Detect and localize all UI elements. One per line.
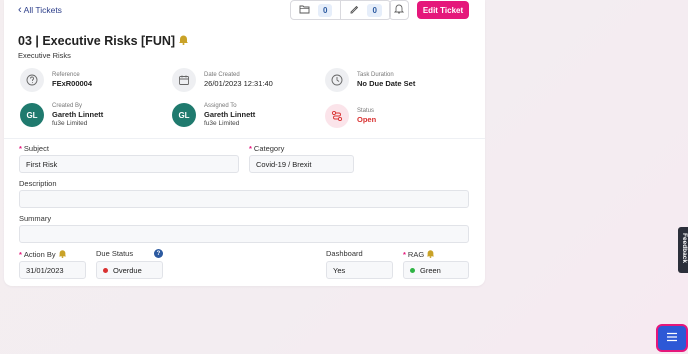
description-label: Description <box>19 179 57 188</box>
question-circle-icon <box>20 68 44 92</box>
description-label-text: Description <box>19 179 57 188</box>
edit-ticket-button[interactable]: Edit Ticket <box>417 1 469 19</box>
status-label: Status <box>357 108 375 114</box>
summary-field[interactable] <box>19 225 469 243</box>
required-mark: * <box>403 250 406 259</box>
date-created-label: Date Created <box>204 72 240 78</box>
feedback-label: Feedback <box>681 233 688 263</box>
feedback-tab[interactable]: Feedback <box>678 227 688 273</box>
rag-label-text: RAG <box>407 250 425 259</box>
section-divider <box>4 138 485 139</box>
date-created-info: Date Created 26/01/2023 12:31:40 <box>172 68 273 92</box>
reference-info: Reference FExR00004 <box>20 68 92 92</box>
help-icon[interactable]: ? <box>154 249 163 258</box>
subject-value: First Risk <box>26 159 58 169</box>
back-link-label: All Tickets <box>23 5 62 15</box>
assigned-to-name: Gareth Linnett <box>204 110 256 119</box>
rag-label: * RAG <box>403 249 435 260</box>
action-by-label-text: Action By <box>23 250 56 259</box>
action-by-field[interactable]: 31/01/2023 <box>19 261 86 279</box>
pencil-icon <box>349 1 359 19</box>
action-by-value: 31/01/2023 <box>26 265 64 275</box>
status-info: Status Open <box>325 104 376 128</box>
due-status-label-text: Due Status <box>96 249 134 258</box>
ticket-title: 03 | Executive Risks [FUN] <box>18 34 176 48</box>
reference-value: FExR00004 <box>52 79 93 88</box>
assigned-to-org: fu3e Limited <box>204 120 240 127</box>
menu-button[interactable] <box>656 324 688 352</box>
subject-field[interactable]: First Risk <box>19 155 239 173</box>
subject-label: * Subject <box>19 144 49 153</box>
rag-field[interactable]: Green <box>403 261 469 279</box>
action-by-label: * Action By <box>19 249 67 260</box>
required-mark: * <box>19 144 22 153</box>
rag-value: Green <box>420 265 441 275</box>
notes-count: 0 <box>367 3 382 17</box>
bell-alert-icon[interactable] <box>426 249 435 260</box>
bell-alert-icon[interactable] <box>178 34 189 48</box>
chevron-left-icon: ‹ <box>18 4 22 16</box>
created-by-name: Gareth Linnett <box>52 110 104 119</box>
category-label: * Category <box>249 144 284 153</box>
avatar: GL <box>20 103 44 127</box>
ticket-subtitle: Executive Risks <box>18 51 71 60</box>
required-mark: * <box>19 250 22 259</box>
clock-icon <box>325 68 349 92</box>
assigned-to-label: Assigned To <box>204 103 237 109</box>
dashboard-label: Dashboard <box>326 249 363 258</box>
category-value: Covid-19 / Brexit <box>256 159 312 169</box>
dashboard-field[interactable]: Yes <box>326 261 393 279</box>
rag-dot-icon <box>410 267 415 273</box>
attachments-counter[interactable]: 0 <box>291 1 340 19</box>
due-status-label: Due Status <box>96 249 133 258</box>
due-status-field[interactable]: Overdue <box>96 261 163 279</box>
avatar: GL <box>172 103 196 127</box>
category-label-text: Category <box>253 144 285 153</box>
status-icon <box>325 104 349 128</box>
bell-icon <box>393 1 405 19</box>
reference-label: Reference <box>52 72 80 78</box>
summary-label-text: Summary <box>19 214 52 223</box>
notes-counter[interactable]: 0 <box>340 1 389 19</box>
description-field[interactable] <box>19 190 469 208</box>
notifications-button[interactable] <box>389 0 409 20</box>
created-by-label: Created By <box>52 103 83 109</box>
overdue-dot-icon <box>103 267 108 273</box>
subject-label-text: Subject <box>23 144 49 153</box>
task-duration-value: No Due Date Set <box>357 79 416 88</box>
assigned-to-info: GL Assigned To Gareth Linnett fu3e Limit… <box>172 103 255 127</box>
calendar-icon <box>172 68 196 92</box>
back-to-tickets-link[interactable]: ‹ All Tickets <box>18 4 62 16</box>
task-duration-info: Task Duration No Due Date Set <box>325 68 415 92</box>
attachments-count: 0 <box>318 3 333 17</box>
created-by-org: fu3e Limited <box>52 120 88 127</box>
bell-alert-icon[interactable] <box>58 249 67 260</box>
counter-group: 0 0 <box>290 0 391 20</box>
date-created-value: 26/01/2023 12:31:40 <box>204 79 273 88</box>
task-duration-label: Task Duration <box>357 72 394 78</box>
folder-icon <box>299 1 310 19</box>
page-title: 03 | Executive Risks [FUN] <box>18 34 189 48</box>
category-field[interactable]: Covid-19 / Brexit <box>249 155 354 173</box>
status-badge: Open <box>357 115 377 124</box>
summary-label: Summary <box>19 214 51 223</box>
dashboard-value: Yes <box>333 265 346 275</box>
due-status-value: Overdue <box>113 265 142 275</box>
created-by-info: GL Created By Gareth Linnett fu3e Limite… <box>20 103 103 127</box>
dashboard-label-text: Dashboard <box>326 249 363 258</box>
hamburger-menu-icon <box>666 329 678 347</box>
required-mark: * <box>249 144 252 153</box>
